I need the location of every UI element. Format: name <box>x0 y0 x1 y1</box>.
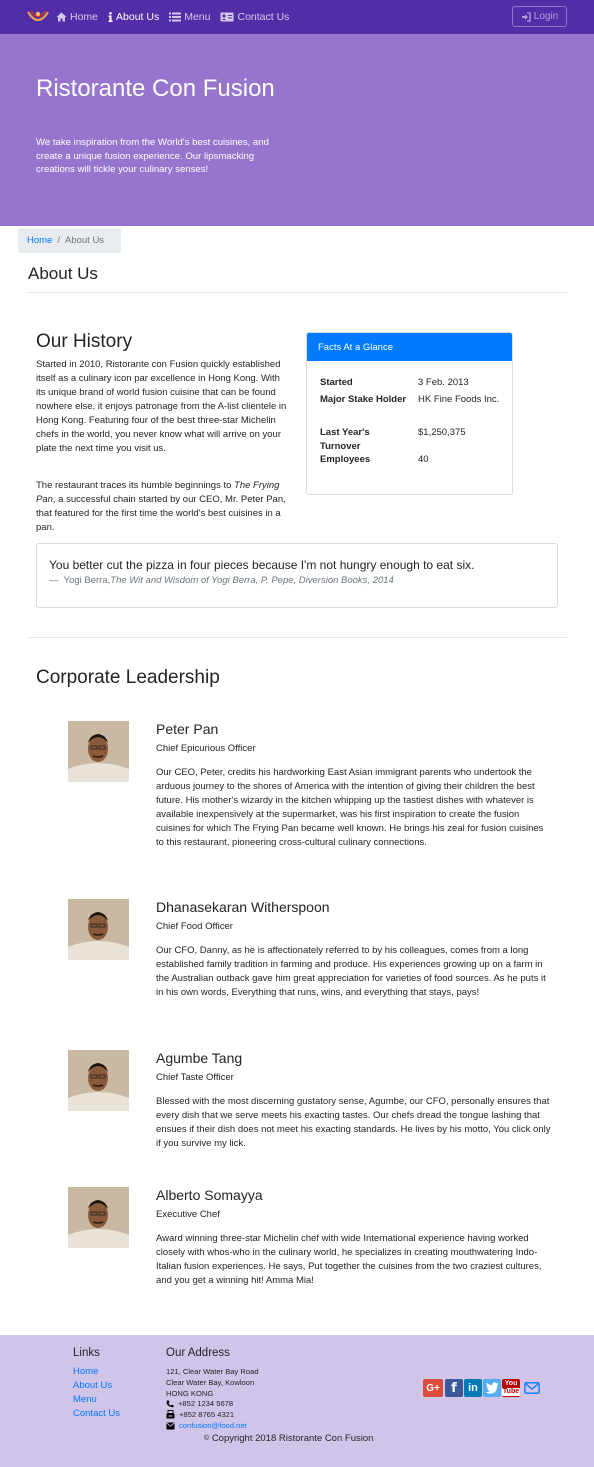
fact-term: Last Year's Turnover <box>320 427 370 452</box>
mail-icon[interactable] <box>523 1379 541 1397</box>
leader-bio: Blessed with the most discerning gustato… <box>156 1096 551 1149</box>
google-plus-icon[interactable]: G+ <box>423 1379 443 1397</box>
leader-bio: Our CFO, Danny, as he is affectionately … <box>156 945 546 998</box>
quote-text: You better cut the pizza in four pieces … <box>49 558 475 572</box>
fact-value: 3 Feb. 2013 <box>418 377 469 388</box>
leader-name: Peter Pan <box>156 721 219 737</box>
footer-link-home[interactable]: Home <box>73 1366 98 1377</box>
nav-about-label: About Us <box>116 11 160 23</box>
nav-menu-label: Menu <box>184 11 211 23</box>
leader-name: Alberto Somayya <box>156 1187 263 1203</box>
nav-about[interactable]: About Us <box>108 11 159 23</box>
navbar: Home About Us Menu Contact Us Login <box>0 0 594 34</box>
leader-name: Agumbe Tang <box>156 1050 243 1066</box>
fact-value: 40 <box>418 454 429 465</box>
address-line: 121, Clear Water Bay Road <box>166 1367 259 1376</box>
address-card-icon <box>220 12 234 22</box>
facts-card: Facts At a Glance Started 3 Feb. 2013 Ma… <box>306 332 513 495</box>
divider <box>28 292 567 293</box>
jumbotron: Ristorante Con Fusion We take inspiratio… <box>0 34 594 226</box>
fax-row: +852 8765 4321 <box>166 1410 234 1419</box>
twitter-icon[interactable] <box>483 1379 501 1397</box>
sign-in-icon <box>521 11 531 22</box>
leader-role: Executive Chef <box>156 1209 220 1220</box>
leader-role: Chief Epicurious Officer <box>156 743 256 754</box>
facts-card-header: Facts At a Glance <box>307 333 512 361</box>
fact-term: Employees <box>320 454 371 465</box>
facebook-icon[interactable]: f <box>445 1379 463 1397</box>
email-link[interactable]: confusion@food.net <box>179 1421 247 1430</box>
quote-dash: — <box>49 575 59 586</box>
home-icon <box>56 12 67 22</box>
leader-name: Dhanasekaran Witherspoon <box>156 899 330 915</box>
quote-footer: — Yogi Berra,The Wit and Wisdom of Yogi … <box>49 575 394 586</box>
copyright-text: Copyright 2018 Ristorante Con Fusion <box>211 1433 374 1444</box>
restaurant-tagline: We take inspiration from the World's bes… <box>36 137 269 175</box>
history-p2-text: The restaurant traces its humble beginni… <box>36 480 235 491</box>
logo-icon[interactable] <box>26 8 50 26</box>
linkedin-icon[interactable]: in <box>464 1379 482 1397</box>
leader-bio: Award winning three-star Michelin chef w… <box>156 1233 542 1286</box>
fact-term: Major Stake Holder <box>320 394 407 405</box>
fax-icon <box>166 1410 175 1419</box>
breadcrumb: Home / About Us <box>18 228 121 253</box>
nav-contact[interactable]: Contact Us <box>220 11 289 23</box>
divider <box>28 637 567 638</box>
leader-avatar <box>68 899 129 960</box>
footer-links-title: Links <box>73 1347 100 1359</box>
nav-home[interactable]: Home <box>56 11 98 23</box>
quote-card: You better cut the pizza in four pieces … <box>36 543 558 608</box>
leader-avatar <box>68 1050 129 1111</box>
breadcrumb-home-link[interactable]: Home <box>27 235 52 246</box>
leader-avatar <box>68 721 129 782</box>
nav-contact-label: Contact Us <box>237 11 290 23</box>
fax-number: +852 8765 4321 <box>179 1410 235 1419</box>
history-title: Our History <box>36 331 133 352</box>
footer-address-title: Our Address <box>166 1347 230 1359</box>
history-p2-text-end: , a successful chain started by our CEO,… <box>36 494 286 533</box>
fact-value: HK Fine Foods Inc. <box>418 394 500 405</box>
restaurant-title: Ristorante Con Fusion <box>36 75 275 102</box>
breadcrumb-current: About Us <box>64 235 105 246</box>
fact-value: $1,250,375 <box>418 427 466 438</box>
copyright-symbol: © <box>204 1435 210 1442</box>
footer-link-contact[interactable]: Contact Us <box>73 1408 120 1419</box>
address-line: HONG KONG <box>166 1389 214 1398</box>
address-line: Clear Water Bay, Kowloon <box>166 1378 255 1387</box>
leader-bio: Our CEO, Peter, credits his hardworking … <box>156 767 544 848</box>
phone-number: +852 1234 5678 <box>178 1399 234 1408</box>
quote-author: Yogi Berra, <box>63 575 111 586</box>
breadcrumb-separator: / <box>57 235 60 246</box>
info-icon <box>108 12 113 22</box>
history-paragraph-1: Started in 2010, Ristorante con Fusion q… <box>36 359 287 454</box>
history-paragraph-2: The restaurant traces its humble beginni… <box>36 479 288 535</box>
nav-home-label: Home <box>70 11 99 23</box>
page-title: About Us <box>28 264 98 283</box>
login-button[interactable]: Login <box>512 6 567 27</box>
leadership-title: Corporate Leadership <box>36 667 220 688</box>
phone-row: +852 1234 5678 <box>166 1399 233 1408</box>
phone-icon <box>166 1400 174 1407</box>
envelope-icon <box>166 1422 175 1429</box>
copyright: © Copyright 2018 Ristorante Con Fusion <box>204 1433 373 1444</box>
list-icon <box>169 12 182 22</box>
nav-menu[interactable]: Menu <box>169 11 210 23</box>
login-label: Login <box>533 11 559 22</box>
leader-avatar <box>68 1187 129 1248</box>
youtube-icon[interactable]: You Tube <box>501 1379 521 1397</box>
footer-link-menu[interactable]: Menu <box>73 1394 97 1405</box>
fact-term: Started <box>320 377 353 388</box>
email-row: confusion@food.net <box>166 1421 247 1430</box>
leader-role: Chief Food Officer <box>156 921 233 932</box>
leader-role: Chief Taste Officer <box>156 1072 234 1083</box>
footer-link-about[interactable]: About Us <box>73 1380 112 1391</box>
quote-source: The Wit and Wisdom of Yogi Berra, P. Pep… <box>110 575 394 586</box>
